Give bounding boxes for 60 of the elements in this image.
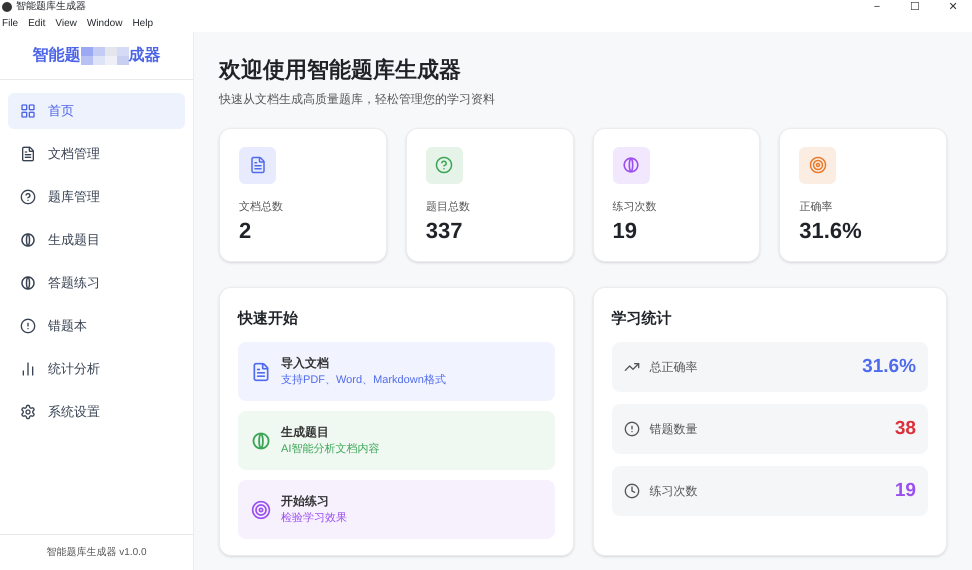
- stat-value: 19: [894, 478, 916, 503]
- menu-item[interactable]: View: [55, 16, 77, 30]
- menu-item[interactable]: Help: [132, 16, 154, 30]
- split-circle-icon: [20, 232, 36, 248]
- split-circle-icon: [622, 156, 640, 174]
- sidebar-title: 成器: [128, 46, 160, 66]
- stat-label: 正确率: [799, 200, 834, 214]
- nav-item[interactable]: 错题本: [8, 308, 185, 344]
- stat-label: 题目总数: [426, 200, 471, 214]
- stat-label: 总正确率: [650, 359, 698, 376]
- page-subtitle: 快速从文档生成高质量题库，轻松管理您的学习资料: [219, 90, 496, 108]
- alert-icon: [624, 421, 640, 437]
- grid-icon: [20, 103, 36, 119]
- clock-icon: [624, 483, 640, 499]
- target-icon: [808, 156, 827, 174]
- document-icon: [251, 362, 271, 382]
- stat-label: 练习次数: [650, 483, 698, 500]
- minimize-button[interactable]: −: [858, 0, 896, 14]
- stat-label: 练习次数: [612, 200, 658, 214]
- nav-item[interactable]: 文档管理: [8, 136, 185, 172]
- stat-value: 38: [894, 416, 916, 441]
- stat-value: 2: [239, 217, 252, 244]
- target-icon: [251, 500, 271, 520]
- settings-icon: [20, 404, 36, 420]
- window-title: 智能题库生成器: [16, 2, 86, 12]
- app-logo-icon: [2, 2, 12, 12]
- nav-item[interactable]: 生成题目: [8, 222, 185, 258]
- nav-item[interactable]: 答题练习: [8, 265, 185, 301]
- nav-item[interactable]: 系统设置: [8, 394, 185, 430]
- stat-value: 337: [426, 217, 464, 244]
- stat-value: 31.6%: [862, 354, 916, 379]
- quick-action[interactable]: 导入文档 支持PDF、Word、Markdown格式: [238, 342, 554, 401]
- menu-item[interactable]: File: [2, 16, 18, 30]
- menu-item[interactable]: Window: [86, 16, 122, 30]
- split-circle-icon: [251, 430, 271, 450]
- alert-icon: [20, 318, 36, 334]
- quick-action[interactable]: 生成题目 AI智能分析文档内容: [238, 411, 554, 470]
- panel-title: 快速开始: [238, 308, 299, 328]
- document-icon: [248, 156, 266, 174]
- nav-item[interactable]: 首页: [8, 93, 185, 129]
- stat-label: 文档总数: [239, 200, 284, 214]
- panel-title: 学习统计: [612, 308, 672, 328]
- mosaic-drawing: [80, 46, 128, 64]
- nav-item[interactable]: 统计分析: [8, 351, 185, 387]
- document-icon: [20, 146, 36, 162]
- version-label: 智能题库生成器 v1.0.0: [46, 546, 147, 560]
- help-icon: [20, 189, 36, 205]
- stat-label: 错题数量: [650, 421, 698, 438]
- maximize-button[interactable]: ☐: [896, 0, 934, 14]
- sidebar-title: 智能题: [32, 46, 80, 66]
- stat-value: 19: [612, 217, 638, 244]
- stat-value: 31.6%: [799, 217, 863, 244]
- nav-item[interactable]: 题库管理: [8, 179, 185, 215]
- page-title: 欢迎使用智能题库生成器: [219, 56, 462, 84]
- split-circle-icon: [20, 275, 36, 291]
- quick-action[interactable]: 开始练习 检验学习效果: [238, 480, 554, 539]
- menu-item[interactable]: Edit: [28, 16, 46, 30]
- bar-chart-icon: [20, 361, 36, 377]
- help-icon: [435, 156, 454, 174]
- close-button[interactable]: ✕: [934, 0, 972, 14]
